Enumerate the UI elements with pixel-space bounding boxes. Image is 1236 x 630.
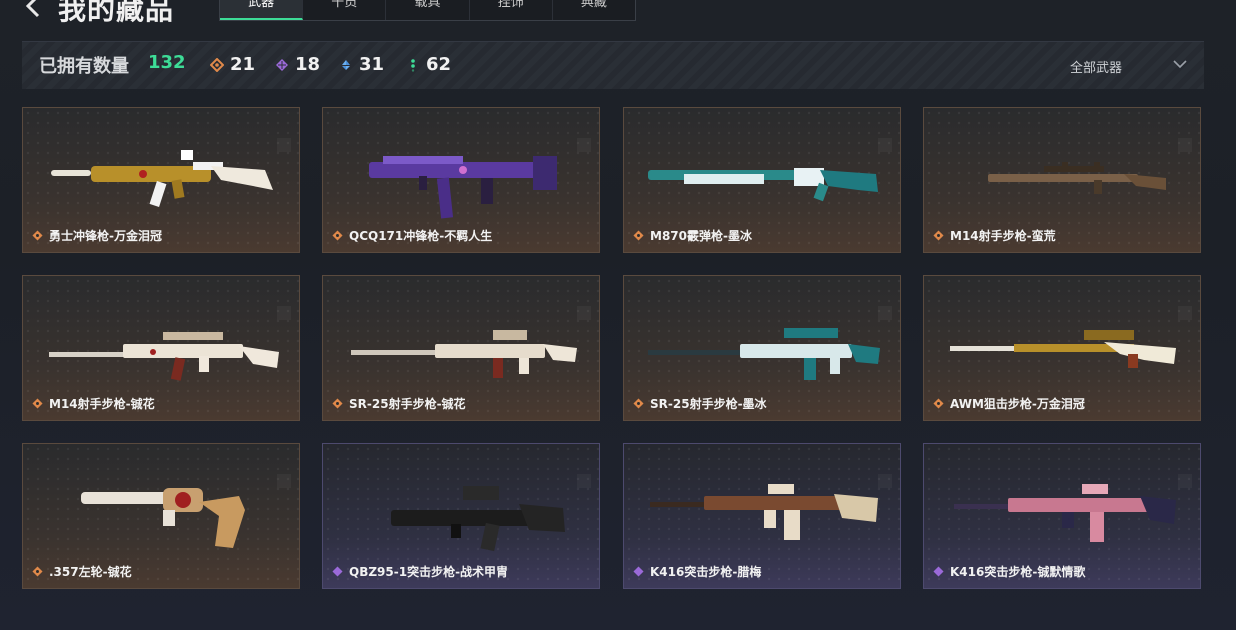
- owned-label: 已拥有数量: [39, 56, 129, 77]
- item-name: K416突击步枪-腊梅: [633, 563, 761, 580]
- summary-bar: 已拥有数量 132 21 18 31 62 全部武器: [22, 41, 1204, 89]
- back-arrow-icon[interactable]: [22, 0, 46, 18]
- orange-diamond-icon: [210, 57, 224, 72]
- collection-item-card[interactable]: QCQ171冲锋枪-不羁人生: [322, 107, 600, 253]
- rarity-count-value: 18: [295, 54, 321, 75]
- chevron-down-icon[interactable]: [1172, 58, 1188, 70]
- item-name: .357左轮-铖花: [32, 563, 132, 580]
- collection-item-card[interactable]: .357左轮-铖花: [22, 443, 300, 589]
- collection-item-card[interactable]: M14射手步枪-蛮荒: [923, 107, 1201, 253]
- item-name: 勇士冲锋枪-万金泪冠: [32, 227, 162, 244]
- item-name-text: M870霰弹枪-墨冰: [650, 229, 752, 243]
- purple-rarity-icon: [633, 566, 644, 577]
- rifle-weapon-image: [988, 162, 1166, 194]
- item-name: AWM狙击步枪-万金泪冠: [933, 395, 1085, 412]
- rarity-count-green: 62: [406, 54, 451, 75]
- owned-count: 132: [148, 52, 186, 73]
- tab-collection[interactable]: 典藏: [553, 0, 635, 20]
- rarity-count-value: 62: [426, 54, 452, 75]
- tab-weapons[interactable]: 武器: [220, 0, 304, 20]
- rifle-weapon-image: [351, 330, 577, 378]
- item-name-text: K416突击步枪-铖默情歌: [950, 565, 1086, 579]
- weapon-filter-dropdown[interactable]: 全部武器: [1070, 57, 1122, 76]
- orange-rarity-icon: [633, 398, 644, 409]
- item-name-text: QCQ171冲锋枪-不羁人生: [349, 229, 493, 243]
- blue-diamond-icon: [342, 59, 350, 70]
- collection-item-card[interactable]: QBZ95-1突击步枪-战术甲胄: [322, 443, 600, 589]
- rarity-count-purple: 18: [275, 54, 320, 75]
- orange-rarity-icon: [32, 230, 43, 241]
- assault-rifle-weapon-image: [954, 484, 1176, 542]
- orange-rarity-icon: [332, 230, 343, 241]
- revolver-weapon-image: [81, 488, 245, 548]
- collection-item-card[interactable]: AWM狙击步枪-万金泪冠: [923, 275, 1201, 421]
- orange-rarity-icon: [633, 230, 644, 241]
- item-name-text: M14射手步枪-蛮荒: [950, 229, 1056, 243]
- orange-rarity-icon: [32, 398, 43, 409]
- collection-item-card[interactable]: SR-25射手步枪-墨冰: [623, 275, 901, 421]
- tab-operators[interactable]: 干员: [303, 0, 387, 20]
- rifle-weapon-image: [648, 328, 880, 380]
- orange-rarity-icon: [933, 398, 944, 409]
- shotgun-weapon-image: [648, 168, 878, 202]
- assault-rifle-weapon-image: [650, 484, 878, 540]
- page-title: 我的藏品: [58, 0, 175, 26]
- category-tabs: 武器 干员 载具 挂饰 典藏: [219, 0, 636, 21]
- smg-weapon-image: [369, 156, 557, 219]
- item-name: K416突击步枪-铖默情歌: [933, 563, 1085, 580]
- item-name-text: 勇士冲锋枪-万金泪冠: [49, 229, 162, 243]
- rarity-count-value: 21: [230, 54, 256, 75]
- rarity-count-value: 31: [359, 54, 385, 75]
- sniper-weapon-image: [950, 330, 1176, 368]
- purple-rarity-icon: [332, 566, 343, 577]
- item-name: QCQ171冲锋枪-不羁人生: [332, 227, 492, 244]
- orange-rarity-icon: [32, 566, 43, 577]
- purple-diamond-icon: [276, 58, 288, 71]
- tab-charms[interactable]: 挂饰: [470, 0, 553, 20]
- rarity-count-blue: 31: [339, 54, 384, 75]
- collection-item-card[interactable]: K416突击步枪-腊梅: [623, 443, 901, 589]
- item-name: M14射手步枪-蛮荒: [933, 227, 1056, 244]
- orange-rarity-icon: [332, 398, 343, 409]
- tab-vehicles[interactable]: 载具: [386, 0, 470, 20]
- item-name-text: QBZ95-1突击步枪-战术甲胄: [349, 565, 509, 579]
- collection-item-card[interactable]: M870霰弹枪-墨冰: [623, 107, 901, 253]
- purple-rarity-icon: [933, 566, 944, 577]
- smg-weapon-image: [51, 150, 273, 207]
- item-name-text: SR-25射手步枪-铖花: [349, 397, 466, 411]
- green-dots-icon: [411, 58, 415, 72]
- item-name-text: AWM狙击步枪-万金泪冠: [950, 397, 1085, 411]
- item-name-text: .357左轮-铖花: [49, 565, 132, 579]
- rarity-count-orange: 21: [210, 54, 255, 75]
- item-name-text: SR-25射手步枪-墨冰: [650, 397, 767, 411]
- rifle-weapon-image: [49, 332, 279, 381]
- item-name: SR-25射手步枪-铖花: [332, 395, 466, 412]
- item-name-text: M14射手步枪-铖花: [49, 397, 155, 411]
- collection-item-card[interactable]: K416突击步枪-铖默情歌: [923, 443, 1201, 589]
- collection-item-card[interactable]: SR-25射手步枪-铖花: [322, 275, 600, 421]
- orange-rarity-icon: [933, 230, 944, 241]
- assault-rifle-weapon-image: [391, 486, 565, 552]
- collection-item-card[interactable]: M14射手步枪-铖花: [22, 275, 300, 421]
- item-name: M870霰弹枪-墨冰: [633, 227, 752, 244]
- item-name: M14射手步枪-铖花: [32, 395, 155, 412]
- item-name: SR-25射手步枪-墨冰: [633, 395, 767, 412]
- item-name: QBZ95-1突击步枪-战术甲胄: [332, 563, 508, 580]
- item-name-text: K416突击步枪-腊梅: [650, 565, 762, 579]
- collection-item-card[interactable]: 勇士冲锋枪-万金泪冠: [22, 107, 300, 253]
